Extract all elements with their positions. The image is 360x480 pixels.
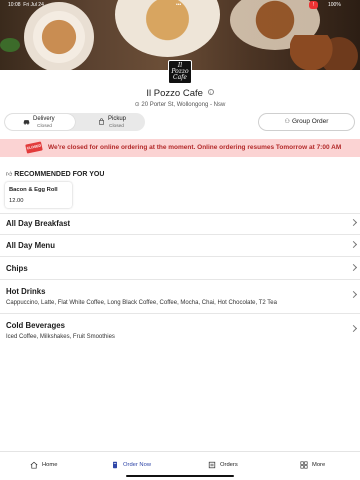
pickup-status: Closed: [109, 123, 124, 129]
address-text: 20 Porter St, Wollongong - Nsw: [141, 102, 226, 108]
alert-badge: !: [309, 1, 319, 9]
order-icon: [113, 461, 117, 469]
store-address: ⊙ 20 Porter St, Wollongong - Nsw: [0, 101, 360, 108]
divider: [0, 256, 360, 257]
category-name: Chips: [6, 264, 28, 273]
category-row[interactable]: Hot Drinks Cappuccino, Latte, Flat White…: [6, 287, 356, 306]
home-icon: [30, 461, 38, 469]
coffee-cup-image: [24, 2, 94, 70]
battery-indicator: 100%: [328, 2, 341, 8]
nav-order-now[interactable]: Order Now: [111, 461, 151, 469]
delivery-status: Closed: [37, 123, 52, 129]
orders-icon: [208, 461, 216, 469]
category-row[interactable]: Cold Beverages Iced Coffee, Milkshakes, …: [6, 321, 356, 340]
status-time: 10:08 Fri Jul 24: [8, 2, 44, 8]
divider: [0, 213, 360, 214]
herb-image: [0, 38, 20, 52]
nav-orders-label: Orders: [220, 462, 238, 468]
nav-more[interactable]: More: [300, 461, 325, 469]
nav-home[interactable]: Home: [30, 461, 57, 469]
delivery-option[interactable]: Delivery Closed: [5, 114, 75, 130]
nav-orders[interactable]: Orders: [208, 461, 238, 469]
category-row[interactable]: All Day Menu: [6, 241, 356, 250]
group-order-label: Group Order: [291, 118, 329, 125]
category-description: Cappuccino, Latte, Flat White Coffee, Lo…: [6, 300, 277, 306]
bag-icon: [99, 118, 104, 125]
closed-banner: CLOSED We're closed for online ordering …: [0, 139, 360, 157]
category-name: Cold Beverages: [6, 321, 65, 330]
item-name: Bacon & Egg Roll: [9, 187, 58, 193]
group-icon: ⚇: [284, 119, 290, 125]
category-name: All Day Menu: [6, 241, 55, 250]
store-name-text: Il Pozzo Cafe: [146, 88, 203, 99]
recommended-item-card[interactable]: Bacon & Egg Roll 12.00: [5, 182, 72, 208]
status-bar: 10:08 Fri Jul 24 ••• ! 100%: [0, 0, 360, 10]
category-row[interactable]: All Day Breakfast: [6, 219, 356, 228]
recommended-heading-text: RECOMMENDED FOR YOU: [14, 171, 105, 178]
location-pin-icon: ⊙: [134, 102, 140, 108]
info-icon[interactable]: i: [207, 89, 214, 95]
group-order-button[interactable]: ⚇ Group Order: [258, 113, 355, 131]
store-logo: Il Pozzo Cafe: [168, 60, 192, 84]
grid-icon: [300, 461, 308, 469]
food-image: [290, 35, 360, 70]
category-row[interactable]: Chips: [6, 264, 356, 273]
multitask-dots: •••: [176, 2, 182, 8]
thumbs-up-icon: 👍︎: [6, 172, 13, 178]
category-name: Hot Drinks: [6, 287, 46, 296]
delivery-label: Delivery: [33, 116, 55, 122]
closed-banner-text: We're closed for online ordering at the …: [48, 144, 342, 151]
pickup-label: Pickup: [108, 116, 127, 122]
order-mode-toggle: Delivery Closed Pickup Closed: [4, 113, 145, 131]
nav-order-now-label: Order Now: [123, 462, 152, 468]
divider: [0, 279, 360, 280]
closed-sign-icon: CLOSED: [25, 141, 43, 154]
item-price: 12.00: [9, 198, 24, 204]
store-name: Il Pozzo Cafe i: [0, 88, 360, 99]
pickup-option[interactable]: Pickup Closed: [74, 114, 144, 130]
divider: [0, 313, 360, 314]
home-indicator[interactable]: [126, 475, 234, 477]
nav-more-label: More: [312, 462, 326, 468]
category-name: All Day Breakfast: [6, 219, 71, 228]
category-description: Iced Coffee, Milkshakes, Fruit Smoothies: [6, 334, 115, 340]
nav-home-label: Home: [42, 462, 58, 468]
divider: [0, 234, 360, 235]
recommended-heading: 👍︎ RECOMMENDED FOR YOU: [6, 170, 104, 178]
car-icon: [23, 120, 30, 125]
